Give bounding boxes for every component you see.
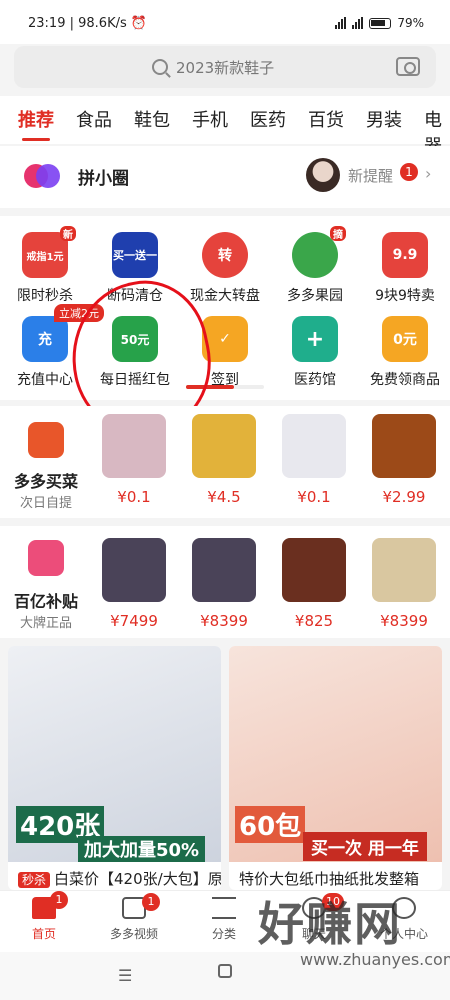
grocery-icon	[28, 422, 64, 458]
product-card[interactable]: ¥2.99	[364, 414, 444, 506]
product-card[interactable]: ¥8399	[184, 538, 264, 630]
pin-circle-title: 拼小圈	[78, 169, 129, 189]
tab-menswear[interactable]: 男装	[366, 106, 402, 132]
tab-food[interactable]: 食品	[76, 106, 112, 132]
pin-circle-logo	[24, 160, 60, 192]
search-placeholder: 2023新款鞋子	[176, 59, 275, 77]
free-goods-icon: 0元	[382, 316, 428, 362]
feed-card[interactable]: 420张 加大加量50% 秒杀 白菜价【420张/大包】原	[8, 646, 221, 890]
feed-card[interactable]: 60包 买一次 用一年 特价大包纸巾抽纸批发整箱	[229, 646, 442, 890]
alarm-icon: ⏰	[130, 16, 148, 31]
grid-item-free-goods[interactable]: 0元 免费领商品	[360, 316, 450, 389]
product-card[interactable]: ¥4.5	[184, 414, 264, 506]
tree-icon: 摘	[292, 226, 346, 278]
subsidy-strip[interactable]: 百亿补贴 大牌正品 ¥7499 ¥8399 ¥825 ¥8399	[0, 526, 450, 638]
grocery-title: 多多买菜	[14, 472, 79, 491]
feature-grid: 戒指1元 新 限时秒杀 买一送一 断码清仓 转 现金大转盘 摘 多多果园 9.9…	[0, 216, 450, 400]
tab-phones[interactable]: 手机	[192, 106, 228, 132]
list-icon	[212, 897, 236, 919]
bottles-image	[372, 414, 436, 478]
watermark: 好赚网	[258, 897, 402, 951]
product-card[interactable]: ¥0.1	[274, 414, 354, 506]
nine-nine-icon: 9.9	[382, 232, 428, 278]
money-bag-icon	[28, 540, 64, 576]
grid-item-wheel[interactable]: 转 现金大转盘	[180, 232, 270, 305]
chevron-right-icon[interactable]: ›	[425, 164, 431, 183]
home-square-icon[interactable]	[218, 964, 232, 978]
signal-icon	[335, 17, 347, 29]
status-bar: 23:19 | 98.6K/s ⏰ 79%	[0, 0, 450, 44]
serum-image	[282, 538, 346, 602]
phone-image	[372, 538, 436, 602]
category-tabs: 推荐 食品 鞋包 手机 医药 百货 男装 电器	[0, 96, 450, 157]
status-time: 23:19 | 98.6K/s ⏰	[28, 16, 148, 31]
grocery-strip[interactable]: 多多买菜 次日自提 ¥0.1 ¥4.5 ¥0.1 ¥2.99	[0, 406, 450, 518]
watermark-url: www.zhuanyes.com	[300, 950, 450, 969]
new-remind-label[interactable]: 新提醒	[348, 165, 393, 186]
pin-circle-row[interactable]: 拼小圈 新提醒 1 ›	[0, 146, 450, 208]
clearance-icon: 买一送一	[112, 232, 158, 278]
nav-category[interactable]: 分类	[184, 897, 264, 942]
grid-item-pharmacy[interactable]: + 医药馆	[270, 316, 360, 389]
medical-cross-icon: +	[292, 316, 338, 362]
product-card[interactable]: ¥8399	[364, 538, 444, 630]
flash-sale-icon: 戒指1元 新	[22, 226, 76, 278]
subsidy-subtitle: 大牌正品	[20, 616, 73, 631]
signal-icon-2	[352, 17, 364, 29]
grid-item-flash-sale[interactable]: 戒指1元 新 限时秒杀	[0, 226, 90, 305]
tissue-image	[282, 414, 346, 478]
camera-icon[interactable]	[396, 57, 420, 76]
product-card[interactable]: ¥7499	[94, 538, 174, 630]
tab-medicine[interactable]: 医药	[250, 106, 286, 132]
home-icon: 1	[32, 891, 68, 919]
battery-icon	[369, 17, 392, 29]
battery-percent: 79%	[397, 16, 424, 30]
tab-general[interactable]: 百货	[308, 106, 344, 132]
wheel-icon: 转	[202, 232, 248, 278]
grid-item-9-9[interactable]: 9.9 9块9特卖	[360, 232, 450, 305]
remind-count-badge: 1	[400, 163, 418, 181]
tab-bags[interactable]: 鞋包	[134, 106, 170, 132]
tab-recommend[interactable]: 推荐	[18, 106, 54, 141]
grocery-subtitle: 次日自提	[20, 496, 73, 511]
nav-video[interactable]: 1 多多视频	[94, 893, 174, 942]
grid-item-orchard[interactable]: 摘 多多果园	[270, 226, 360, 305]
nav-home[interactable]: 1 首页	[4, 891, 84, 942]
tissue-box-image: 60包 买一次 用一年	[229, 646, 442, 862]
video-icon: 1	[122, 893, 160, 919]
menu-icon[interactable]: ☰	[118, 966, 132, 985]
garlic-image	[102, 414, 166, 478]
phone-image	[192, 538, 256, 602]
phone-image	[102, 538, 166, 602]
product-card[interactable]: ¥825	[274, 538, 354, 630]
tissue-pack-image: 420张 加大加量50%	[8, 646, 221, 862]
product-card[interactable]: ¥0.1	[94, 414, 174, 506]
search-icon	[152, 59, 168, 75]
subsidy-title: 百亿补贴	[14, 592, 79, 611]
recharge-icon: 充	[22, 316, 68, 362]
search-bar[interactable]: 2023新款鞋子	[14, 46, 436, 88]
avatar[interactable]	[306, 158, 340, 192]
drink-can-image	[192, 414, 256, 478]
